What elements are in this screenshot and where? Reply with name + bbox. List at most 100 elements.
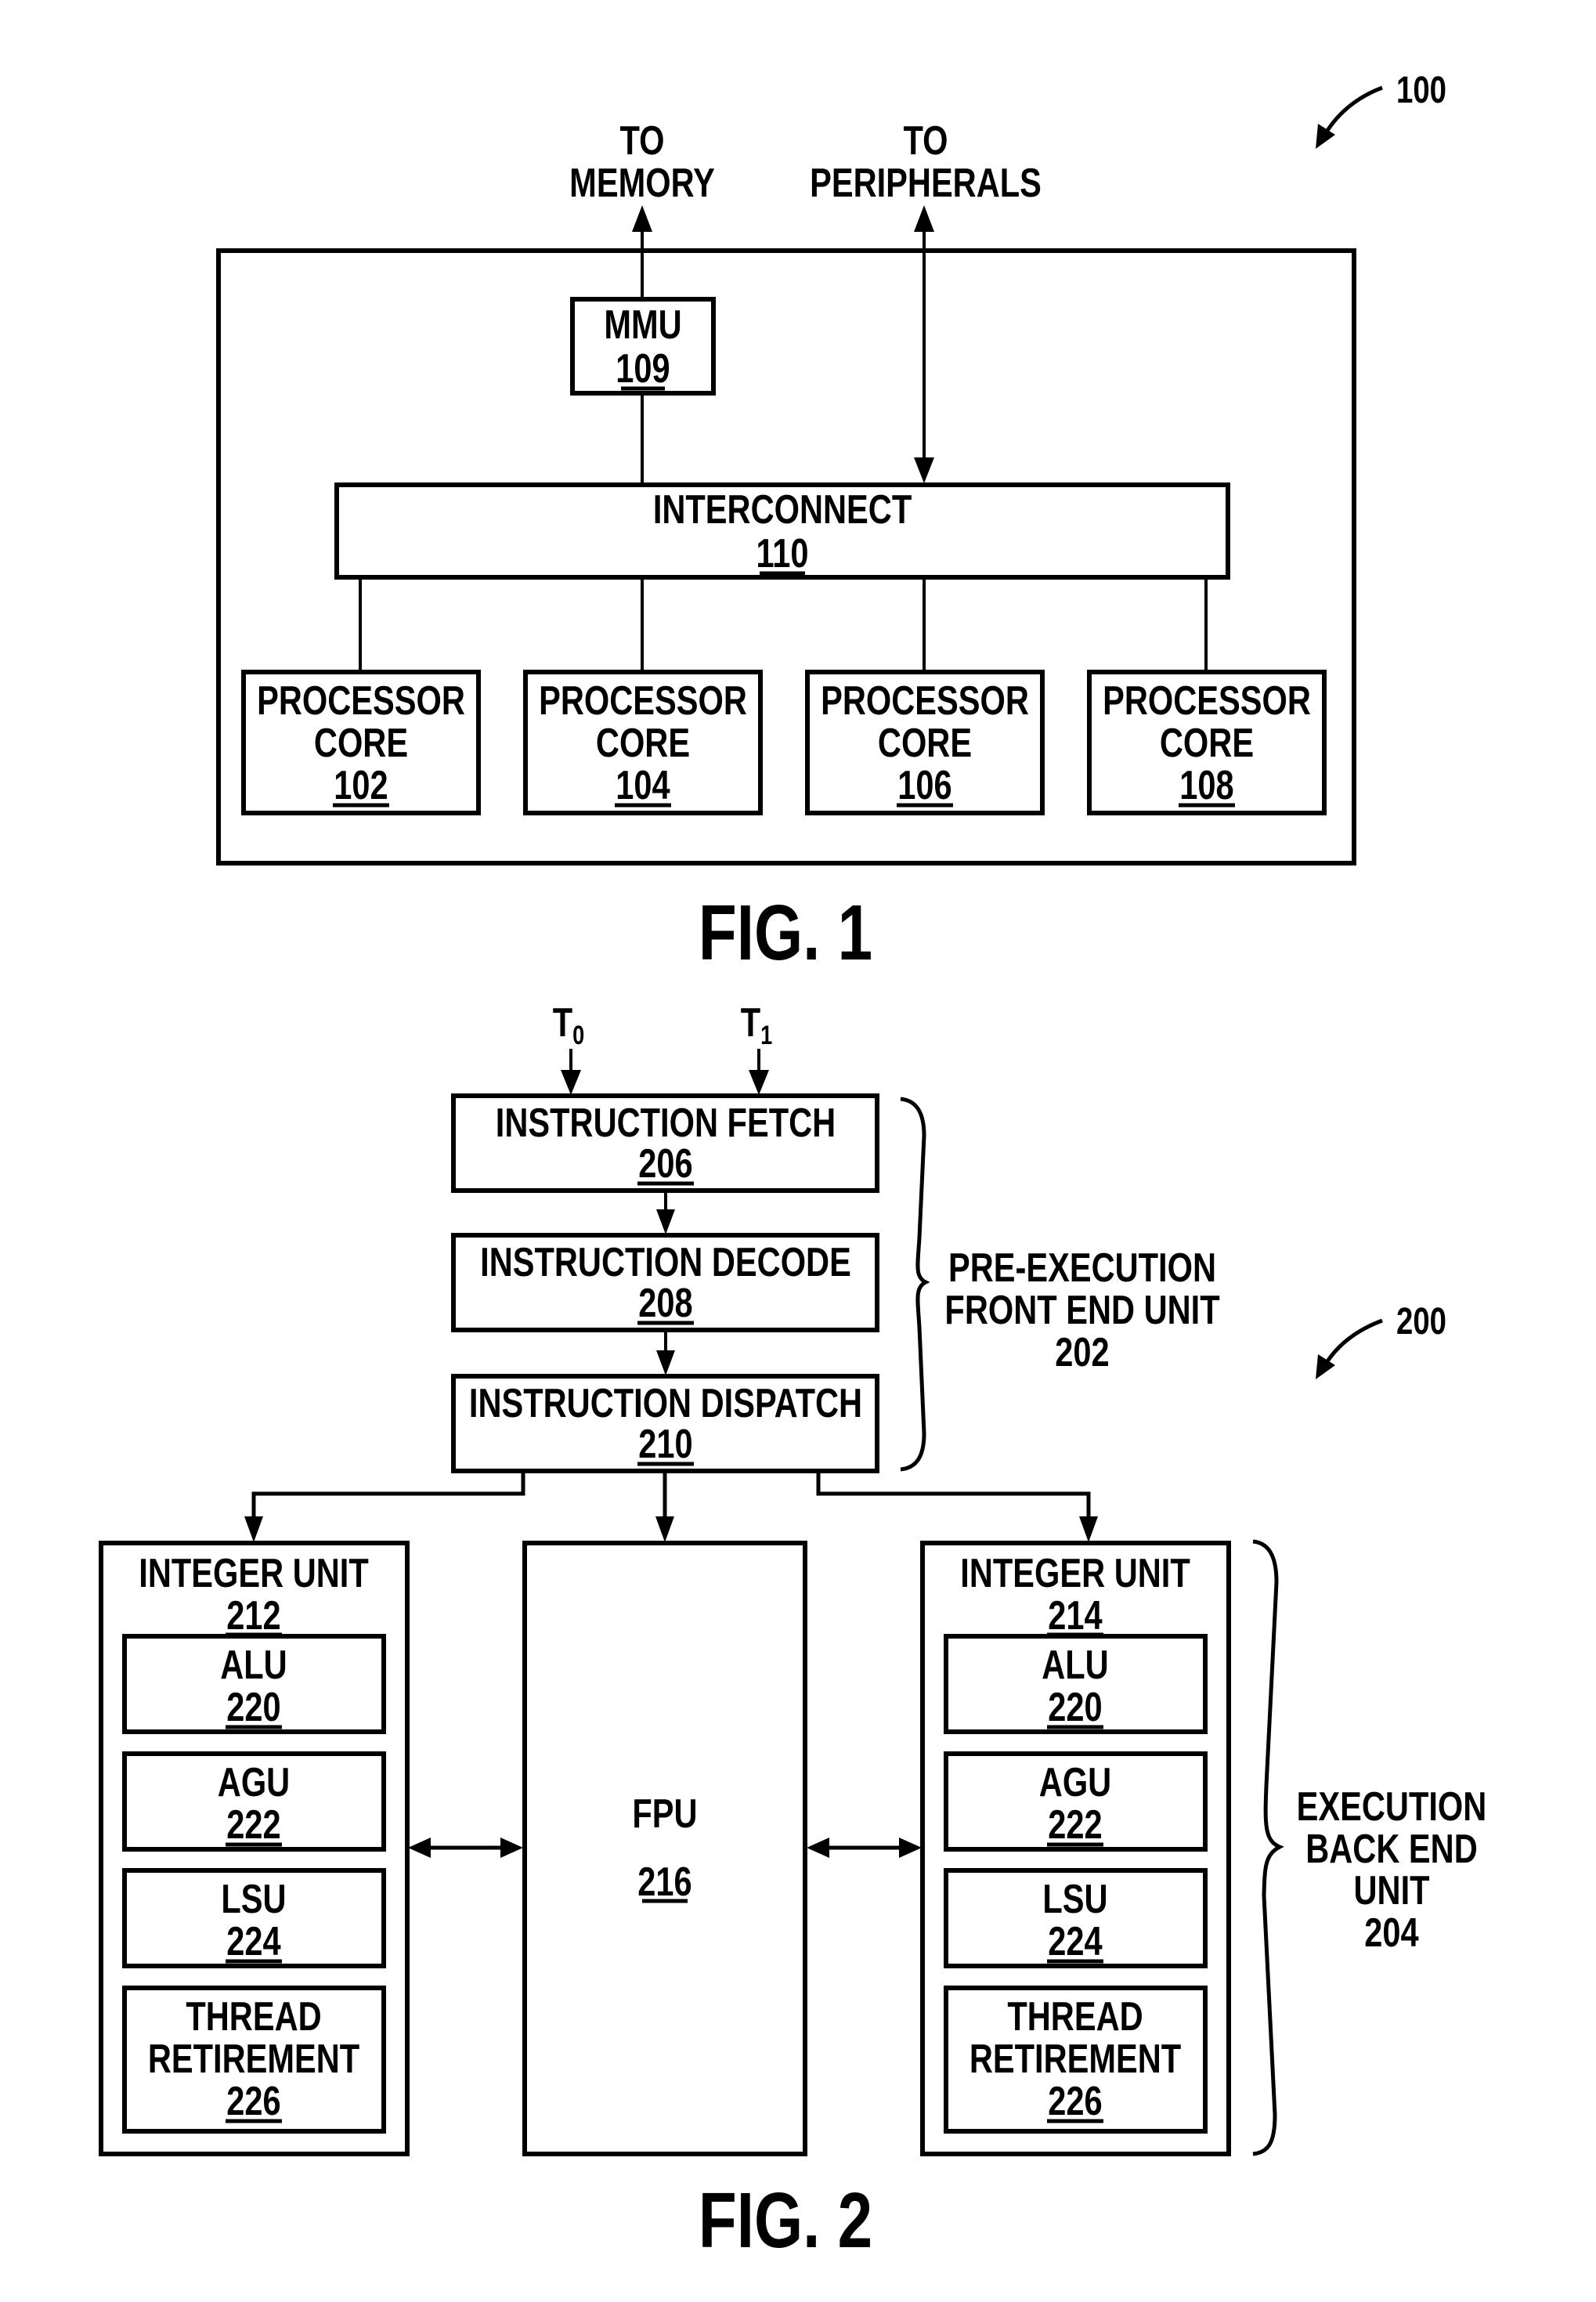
interconnect-ref: 110 xyxy=(756,530,808,576)
fpu-box xyxy=(522,1541,807,2156)
subunit-agu-label-line1: AGU xyxy=(218,1759,290,1805)
patent-figures: 100 TO MEMORY TO PERIPHERALS MMU 109 INT… xyxy=(99,70,1487,2265)
fig1-ref-arrowhead-icon xyxy=(1316,124,1335,149)
subunit-alu-label-line1: ALU xyxy=(1042,1642,1108,1688)
back-end-label-line4: 204 xyxy=(1364,1910,1418,1956)
processor-core-104-label-line2: CORE xyxy=(596,720,690,766)
subunit-lsu-212: LSU224 xyxy=(122,1868,386,1968)
subunit-agu-ref: 222 xyxy=(1048,1801,1102,1848)
processor-core-104-label-line1: PROCESSOR xyxy=(539,678,747,724)
to-peripherals-line2: PERIPHERALS xyxy=(810,160,1042,206)
fpu-block: FPU 216 xyxy=(522,1541,807,2156)
figure-2: 200 T0 T1 INSTRUCTION FETCH206INSTRUCTIO… xyxy=(99,999,1487,2265)
thread-input-t0: T0 xyxy=(553,999,585,1095)
subunit-alu-214: ALU220 xyxy=(944,1634,1208,1734)
subunit-lsu-label-line1: LSU xyxy=(1042,1876,1107,1922)
thread-t1-label: T1 xyxy=(741,999,773,1050)
processor-core-104-ref: 104 xyxy=(616,762,670,808)
fpu-int214-arrowhead-left-icon xyxy=(807,1838,829,1858)
subunit-alu-label-line1: ALU xyxy=(220,1642,287,1688)
stage-208-label: INSTRUCTION DECODE xyxy=(480,1239,851,1285)
processor-core-108: PROCESSORCORE108 xyxy=(1087,670,1327,815)
fig1-ref-arrow-icon xyxy=(1321,85,1383,139)
subunit-thread-retirement-214: THREADRETIREMENT226 xyxy=(944,1986,1208,2134)
memory-arrowhead-icon xyxy=(632,205,652,232)
front-end-stages: INSTRUCTION FETCH206 INSTRUCTION DECODE20… xyxy=(451,1093,879,1473)
integer-unit-212: INTEGER UNIT212ALU220 AGU222 LSU224 THREADR… xyxy=(99,1541,410,2156)
subunit-agu-214: AGU222 xyxy=(944,1751,1208,1852)
fig2-ref-arrowhead-icon xyxy=(1316,1354,1335,1379)
to-memory-line1: TO xyxy=(619,117,664,164)
thread-t0-arrowhead-icon xyxy=(561,1070,581,1095)
stage-208: INSTRUCTION DECODE208 xyxy=(451,1233,879,1332)
peripherals-arrowhead-up-icon xyxy=(914,205,934,232)
subunit-thread-retirement-label-line2: RETIREMENT xyxy=(970,2036,1182,2082)
subunit-agu-ref: 222 xyxy=(226,1801,280,1848)
fetch-to-decode-arrowhead-icon xyxy=(656,1209,675,1234)
dispatch-to-fpu-arrowhead-icon xyxy=(655,1516,674,1542)
mmu-block: MMU 109 xyxy=(570,297,716,396)
to-peripherals-line1: TO xyxy=(903,117,948,164)
subunit-agu-212: AGU222 xyxy=(122,1751,386,1852)
processor-core-102: PROCESSORCORE102 xyxy=(241,670,481,815)
back-end-label-line2: BACK END xyxy=(1305,1826,1478,1872)
fig2-caption: FIG. 2 xyxy=(699,2177,872,2265)
subunit-thread-retirement-label-line2: RETIREMENT xyxy=(148,2036,360,2082)
integer-unit-214-ref: 214 xyxy=(1048,1592,1102,1639)
thread-t0-label: T0 xyxy=(553,999,585,1050)
stage-208-ref: 208 xyxy=(638,1280,692,1326)
stage-210-label: INSTRUCTION DISPATCH xyxy=(469,1380,862,1426)
subunit-alu-ref: 220 xyxy=(1048,1684,1102,1730)
int212-fpu-link xyxy=(408,1838,523,1858)
back-end-brace-icon xyxy=(1252,1539,1284,2156)
subunit-thread-retirement-label-line1: THREAD xyxy=(1007,1993,1143,2040)
back-end-label-line1: EXECUTION xyxy=(1297,1783,1487,1830)
fpu-label: FPU xyxy=(632,1791,697,1837)
processor-core-106: PROCESSORCORE106 xyxy=(805,670,1045,815)
dispatch-to-int212-line xyxy=(251,1473,525,1520)
dispatch-to-int214-arrowhead-icon xyxy=(1079,1516,1098,1542)
fig2-ref-arrow-icon xyxy=(1321,1318,1383,1369)
back-end-label-line3: UNIT xyxy=(1354,1867,1430,1914)
integer-unit-212-ref: 212 xyxy=(226,1592,280,1639)
stage-210-ref: 210 xyxy=(638,1421,692,1467)
integer-unit-214: INTEGER UNIT214ALU220 AGU222 LSU224 THREADR… xyxy=(920,1541,1231,2156)
thread-input-t1: T1 xyxy=(741,999,773,1095)
processor-core-106-label-line2: CORE xyxy=(878,720,972,766)
stage-206-ref: 206 xyxy=(638,1140,692,1187)
mmu-label: MMU xyxy=(604,302,681,348)
processor-core-104: PROCESSORCORE104 xyxy=(523,670,763,815)
subunit-lsu-ref: 224 xyxy=(226,1918,280,1964)
processor-core-108-label-line1: PROCESSOR xyxy=(1103,678,1311,724)
front-end-brace-icon xyxy=(900,1097,930,1472)
processor-core-102-ref: 102 xyxy=(334,762,388,808)
fpu-int214-link xyxy=(807,1838,922,1858)
integer-unit-212-label: INTEGER UNIT xyxy=(139,1550,369,1596)
stage-206-label: INSTRUCTION FETCH xyxy=(496,1100,836,1146)
processor-core-108-ref: 108 xyxy=(1179,762,1233,808)
figure-1: 100 TO MEMORY TO PERIPHERALS MMU 109 INT… xyxy=(216,70,1446,978)
mmu-ref: 109 xyxy=(616,345,670,392)
subunit-thread-retirement-ref: 226 xyxy=(226,2078,280,2124)
integer-unit-214-label: INTEGER UNIT xyxy=(960,1550,1190,1596)
stage-210: INSTRUCTION DISPATCH210 xyxy=(451,1374,879,1473)
processor-core-108-label-line2: CORE xyxy=(1160,720,1254,766)
fig2-ref-label: 200 xyxy=(1396,1301,1446,1343)
subunit-lsu-214: LSU224 xyxy=(944,1868,1208,1968)
int212-fpu-arrowhead-left-icon xyxy=(408,1838,431,1858)
fpu-int214-arrowhead-right-icon xyxy=(899,1838,922,1858)
processor-core-106-ref: 106 xyxy=(897,762,951,808)
fig1-ref-label: 100 xyxy=(1396,70,1446,111)
subunit-thread-retirement-ref: 226 xyxy=(1048,2078,1102,2124)
dispatch-to-int214-line xyxy=(816,1473,1091,1520)
front-end-label-line1: PRE-EXECUTION xyxy=(948,1245,1216,1291)
decode-to-dispatch-arrowhead-icon xyxy=(656,1350,675,1375)
subunit-thread-retirement-label-line1: THREAD xyxy=(186,1993,321,2040)
fpu-ref: 216 xyxy=(637,1859,691,1905)
subunit-lsu-ref: 224 xyxy=(1048,1918,1102,1964)
fig1-caption: FIG. 1 xyxy=(699,890,872,978)
interconnect-label: INTERCONNECT xyxy=(653,486,912,533)
front-end-label-line2: FRONT END UNIT xyxy=(944,1287,1219,1333)
subunit-alu-ref: 220 xyxy=(226,1684,280,1730)
processor-core-106-label-line1: PROCESSOR xyxy=(821,678,1029,724)
